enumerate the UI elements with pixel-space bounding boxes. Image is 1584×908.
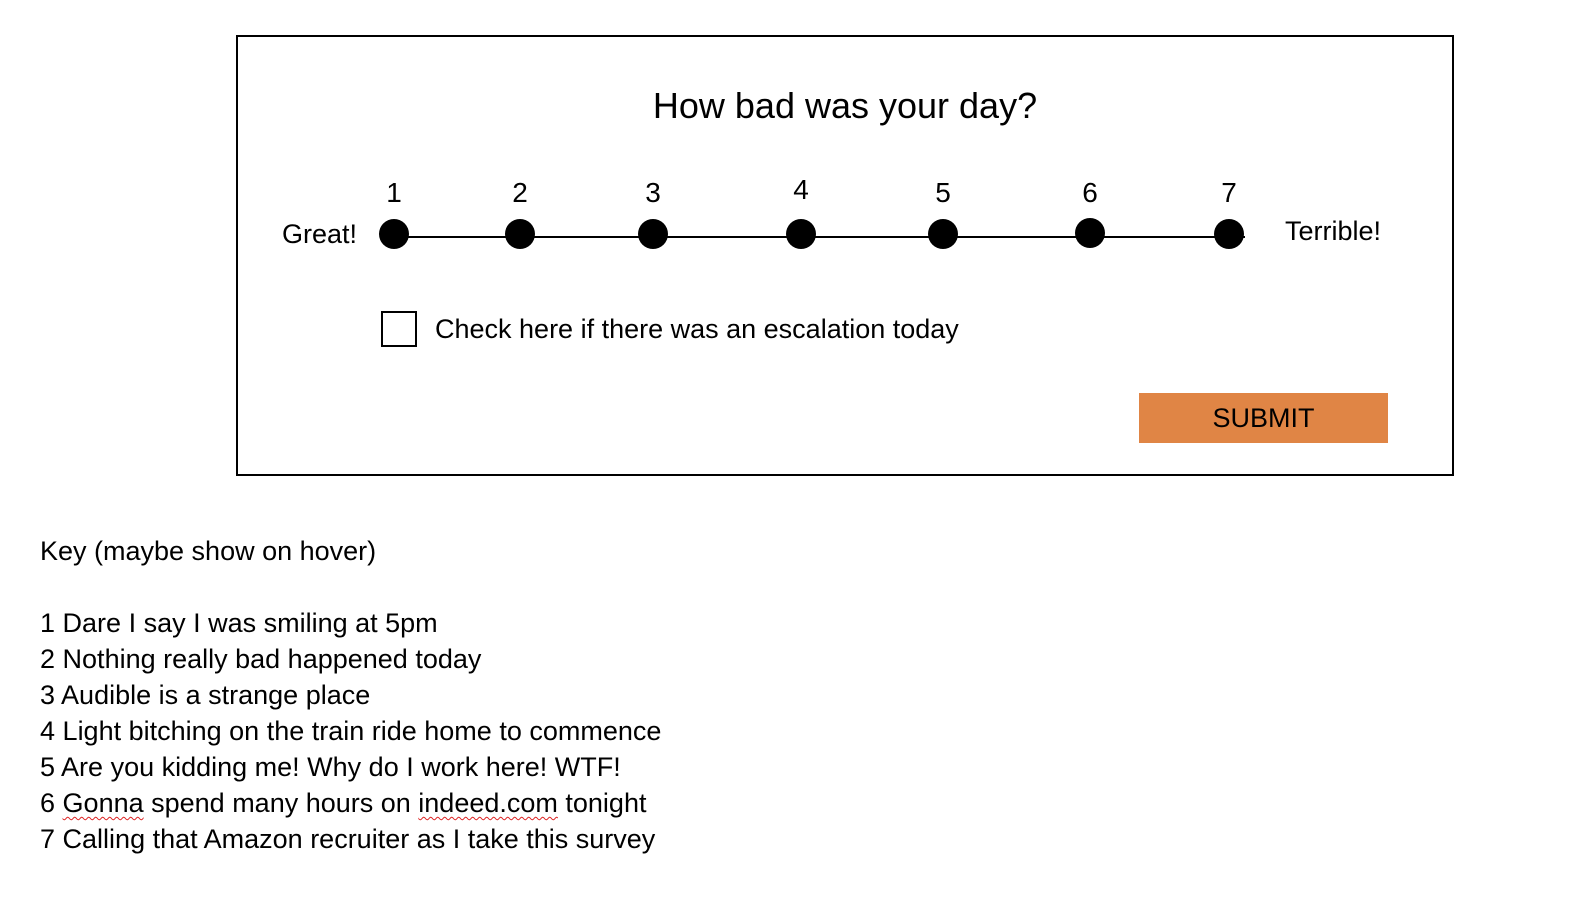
key-item-link-text: indeed.com bbox=[418, 788, 558, 818]
key-item-text: Are you kidding me! Why do I work here! … bbox=[61, 752, 621, 782]
key-item-7: 7 Calling that Amazon recruiter as I tak… bbox=[40, 821, 661, 857]
rating-number-2: 2 bbox=[512, 177, 528, 208]
rating-scale: Great! 1 2 3 4 5 6 7 Terrible! bbox=[238, 37, 1452, 277]
key-item-number: 4 bbox=[40, 716, 56, 746]
key-item-number: 5 bbox=[40, 752, 56, 782]
rating-option-7[interactable] bbox=[1214, 219, 1244, 249]
key-item-text: Light bitching on the train ride home to… bbox=[62, 716, 662, 746]
rating-number-1: 1 bbox=[386, 177, 402, 208]
key-item-6: 6 Gonna spend many hours on indeed.com t… bbox=[40, 785, 661, 821]
escalation-checkbox[interactable] bbox=[381, 311, 417, 347]
scale-label-great: Great! bbox=[282, 219, 358, 249]
key-item-2: 2 Nothing really bad happened today bbox=[40, 641, 661, 677]
rating-number-5: 5 bbox=[935, 177, 951, 208]
key-item-number: 2 bbox=[40, 644, 56, 674]
key-heading: Key (maybe show on hover) bbox=[40, 536, 377, 566]
rating-key: Key (maybe show on hover) 1 Dare I say I… bbox=[40, 533, 661, 857]
key-item-1: 1 Dare I say I was smiling at 5pm bbox=[40, 605, 661, 641]
survey-form: How bad was your day? Great! 1 2 3 4 5 6… bbox=[236, 35, 1454, 476]
scale-label-terrible: Terrible! bbox=[1285, 216, 1382, 246]
rating-option-4[interactable] bbox=[786, 219, 816, 249]
rating-number-4: 4 bbox=[793, 174, 809, 205]
key-item-text: Audible is a strange place bbox=[61, 680, 371, 710]
key-item-text: tonight bbox=[557, 788, 647, 818]
rating-option-3[interactable] bbox=[638, 219, 668, 249]
key-item-text: Dare I say I was smiling at 5pm bbox=[62, 608, 438, 638]
key-item-text: spend many hours on bbox=[143, 788, 419, 818]
key-item-number: 1 bbox=[40, 608, 56, 638]
key-item-5: 5 Are you kidding me! Why do I work here… bbox=[40, 749, 661, 785]
key-item-number: 7 bbox=[40, 824, 56, 854]
rating-option-2[interactable] bbox=[505, 219, 535, 249]
rating-option-5[interactable] bbox=[928, 219, 958, 249]
rating-number-6: 6 bbox=[1082, 177, 1098, 208]
rating-number-7: 7 bbox=[1221, 177, 1237, 208]
submit-button[interactable]: SUBMIT bbox=[1139, 393, 1388, 443]
rating-option-6[interactable] bbox=[1075, 218, 1105, 248]
page: How bad was your day? Great! 1 2 3 4 5 6… bbox=[0, 0, 1584, 908]
escalation-checkbox-label: Check here if there was an escalation to… bbox=[435, 313, 959, 344]
escalation-checkbox-row: Check here if there was an escalation to… bbox=[381, 311, 959, 347]
rating-option-1[interactable] bbox=[379, 219, 409, 249]
rating-number-3: 3 bbox=[645, 177, 661, 208]
key-item-text: Nothing really bad happened today bbox=[62, 644, 482, 674]
key-item-text-misspelled: Gonna bbox=[62, 788, 144, 818]
key-item-text: Calling that Amazon recruiter as I take … bbox=[62, 824, 656, 854]
key-item-4: 4 Light bitching on the train ride home … bbox=[40, 713, 661, 749]
key-item-number: 6 bbox=[40, 788, 56, 818]
key-item-3: 3 Audible is a strange place bbox=[40, 677, 661, 713]
key-item-number: 3 bbox=[40, 680, 56, 710]
